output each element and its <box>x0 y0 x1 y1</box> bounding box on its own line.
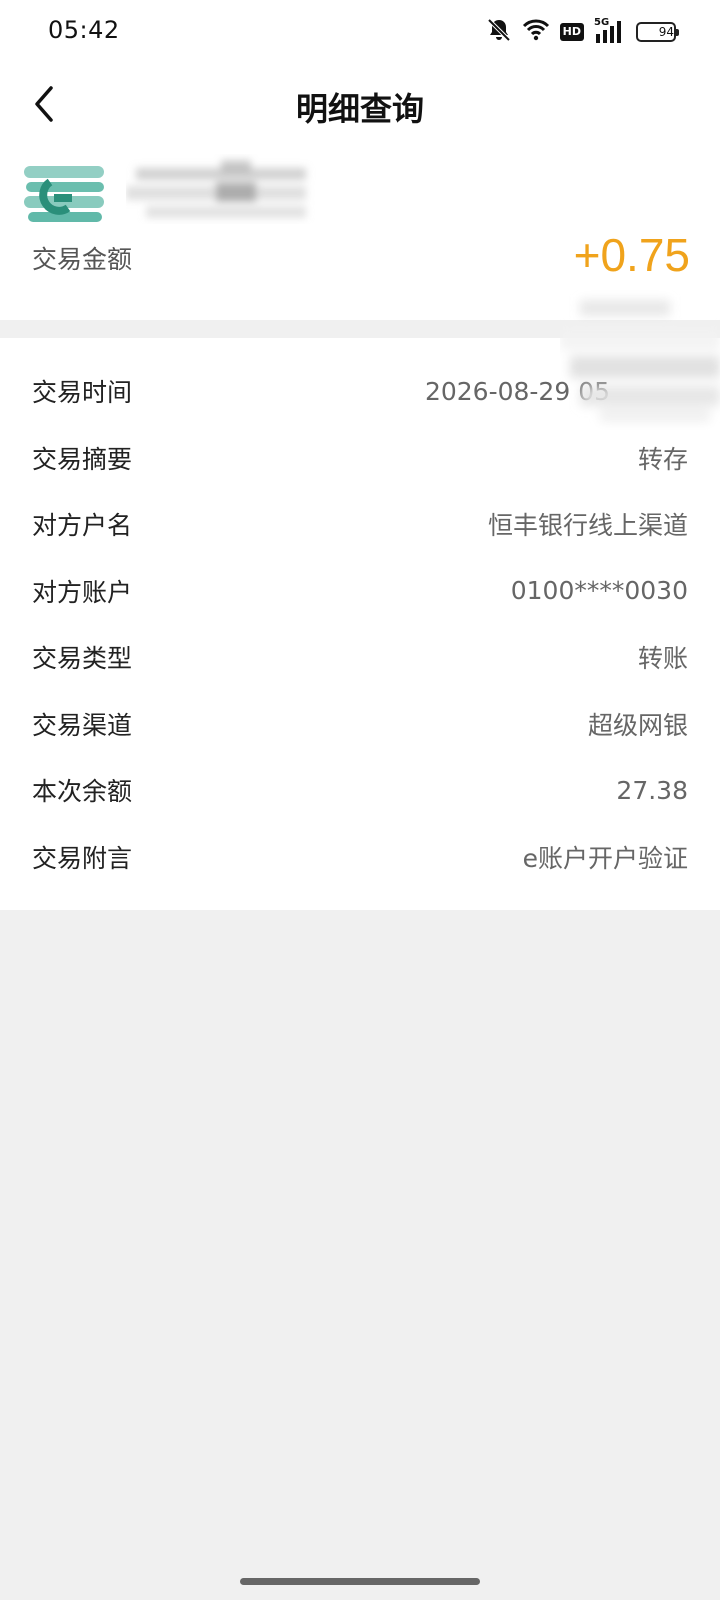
hd-icon: HD <box>559 23 584 41</box>
detail-label: 交易附言 <box>32 843 133 873</box>
navigation-bar: 明细查询 <box>0 64 720 144</box>
detail-value: 转存 <box>637 444 688 474</box>
status-time: 05:42 <box>48 16 120 44</box>
transaction-summary: 交易金额 +0.75 <box>0 144 720 320</box>
mute-bell-icon <box>486 17 512 47</box>
detail-row-remark: 交易附言 e账户开户验证 <box>0 824 720 891</box>
detail-value: 27.38 <box>616 775 688 805</box>
detail-row-channel: 交易渠道 超级网银 <box>0 691 720 758</box>
detail-row-counterparty-name: 对方户名 恒丰银行线上渠道 <box>0 491 720 558</box>
detail-row-summary: 交易摘要 转存 <box>0 425 720 492</box>
amount-label: 交易金额 <box>32 245 133 274</box>
detail-label: 交易时间 <box>32 378 133 408</box>
page-title: 明细查询 <box>295 90 424 128</box>
wifi-icon <box>522 18 550 46</box>
detail-label: 交易摘要 <box>32 444 133 474</box>
detail-row-type: 交易类型 转账 <box>0 624 720 691</box>
transaction-details: 交易时间 2026-08-29 05 交易摘要 转存 对方户名 恒丰银行线上渠道… <box>0 338 720 910</box>
detail-label: 交易类型 <box>32 644 133 674</box>
battery-level: 94 <box>658 25 674 39</box>
amount-value: +0.75 <box>573 229 690 281</box>
status-bar: 05:42 HD 5G 94 <box>0 0 720 64</box>
status-icons: HD 5G 94 <box>486 17 679 47</box>
detail-value: 恒丰银行线上渠道 <box>487 511 688 541</box>
detail-label: 对方户名 <box>32 511 133 541</box>
detail-row-counterparty-account: 对方账户 0100****0030 <box>0 558 720 625</box>
home-indicator[interactable] <box>240 1578 480 1585</box>
detail-value: e账户开户验证 <box>522 843 688 873</box>
detail-value: 转账 <box>637 644 688 674</box>
detail-label: 本次余额 <box>32 777 133 807</box>
detail-value: 超级网银 <box>587 710 688 740</box>
detail-row-balance: 本次余额 27.38 <box>0 757 720 824</box>
detail-label: 交易渠道 <box>32 710 133 740</box>
section-divider <box>0 320 720 338</box>
redacted-account-info <box>126 154 316 232</box>
bank-logo-icon <box>24 160 106 232</box>
battery-icon: 94 <box>636 22 679 42</box>
detail-row-time: 交易时间 2026-08-29 05 <box>0 358 720 425</box>
detail-value: 2026-08-29 05 <box>424 376 610 406</box>
detail-value: 0100****0030 <box>510 576 688 606</box>
signal-5g-icon: 5G <box>594 17 626 45</box>
detail-label: 对方账户 <box>32 577 133 607</box>
